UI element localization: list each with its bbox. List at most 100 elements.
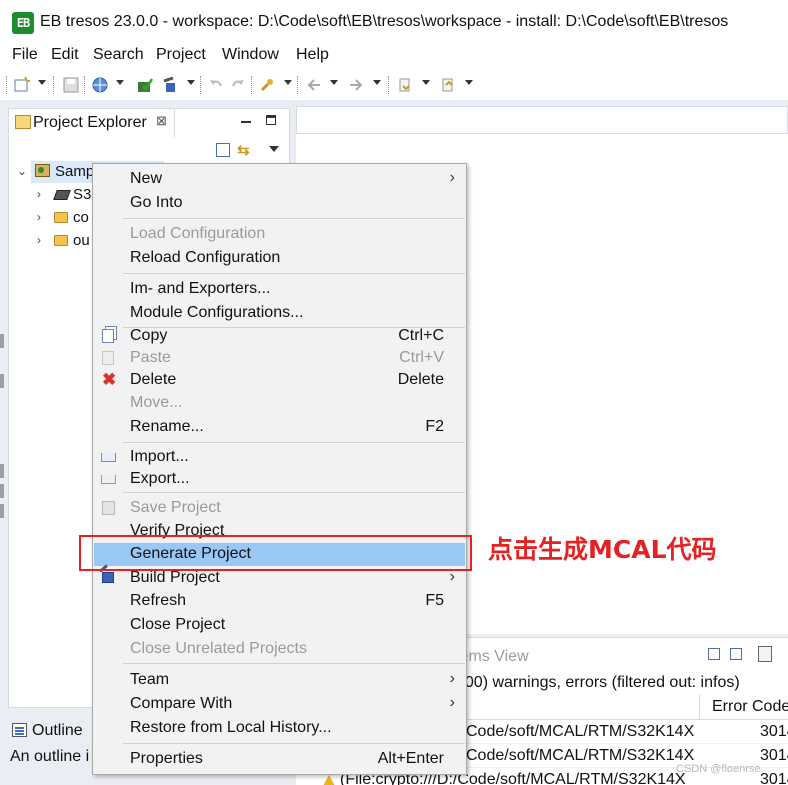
menu-item-delete[interactable]: ✖ Delete Delete	[94, 369, 465, 392]
menu-item-label: Restore from Local History...	[130, 719, 332, 736]
paste-icon	[102, 351, 114, 365]
menu-item-label: Module Configurations...	[130, 304, 304, 321]
prev-annotation-dropdown-icon[interactable]	[465, 80, 473, 85]
copy-icon	[102, 329, 114, 343]
forward-dropdown-icon[interactable]	[373, 80, 381, 85]
build-icon[interactable]	[162, 76, 180, 94]
menu-item-new[interactable]: New ›	[94, 168, 465, 191]
new-dropdown-icon[interactable]	[38, 80, 46, 85]
watermark: CSDN @floenrse	[676, 763, 761, 775]
menu-file[interactable]: File	[12, 46, 38, 64]
menu-item-save-project: Save Project	[94, 497, 465, 520]
menu-bar: File Edit Search Project Window Help	[0, 44, 788, 68]
menu-item-label: Load Configuration	[130, 225, 266, 242]
outline-tab-label: Outline	[32, 722, 83, 739]
close-icon[interactable]: ⊠	[156, 113, 167, 129]
menu-item-properties[interactable]: Properties Alt+Enter	[94, 748, 465, 771]
chip-icon	[53, 190, 71, 200]
outline-icon	[12, 723, 27, 737]
menu-item-go-into[interactable]: Go Into	[94, 192, 465, 215]
globe-dropdown-icon[interactable]	[116, 80, 124, 85]
toolbar-separator	[388, 76, 389, 94]
globe-icon[interactable]	[91, 76, 109, 94]
menu-item-reload-configuration[interactable]: Reload Configuration	[94, 247, 465, 270]
menu-item-module-configurations[interactable]: Module Configurations...	[94, 302, 465, 325]
menu-item-copy[interactable]: Copy Ctrl+C	[94, 325, 465, 348]
eb-tresos-logo-icon: EB	[12, 12, 34, 34]
next-annotation-dropdown-icon[interactable]	[422, 80, 430, 85]
chevron-right-icon: ›	[449, 694, 455, 711]
chevron-right-icon[interactable]: ›	[37, 187, 41, 201]
next-annotation-icon[interactable]	[396, 76, 414, 94]
menu-edit[interactable]: Edit	[51, 46, 79, 64]
menu-item-shortcut: F2	[425, 418, 444, 435]
menu-item-im-exporters[interactable]: Im- and Exporters...	[94, 278, 465, 301]
menu-help[interactable]: Help	[296, 46, 329, 64]
menu-project[interactable]: Project	[156, 46, 206, 64]
project-explorer-tabbar: Project Explorer ⊠	[9, 109, 289, 137]
minimize-icon[interactable]	[241, 121, 251, 123]
prev-annotation-icon[interactable]	[439, 76, 457, 94]
sash-handle	[0, 334, 4, 348]
tree-item-folder[interactable]: › co	[9, 207, 99, 229]
sash-handle	[0, 464, 4, 478]
left-sash[interactable]	[0, 330, 6, 530]
pin-icon[interactable]	[258, 76, 276, 94]
generate-icon[interactable]	[136, 76, 154, 94]
menu-item-shortcut: Ctrl+C	[398, 327, 444, 344]
menu-separator	[123, 442, 465, 443]
toolbar-separator	[251, 76, 252, 94]
toolbar-separator	[6, 76, 7, 94]
pin-dropdown-icon[interactable]	[284, 80, 292, 85]
new-icon[interactable]	[13, 76, 31, 94]
tab-project-explorer[interactable]: Project Explorer ⊠	[9, 109, 175, 137]
chevron-down-icon[interactable]: ⌄	[17, 164, 27, 178]
menu-item-team[interactable]: Team ›	[94, 669, 465, 692]
menu-item-shortcut: Alt+Enter	[377, 750, 444, 767]
menu-item-load-configuration: Load Configuration	[94, 223, 465, 246]
warning-icon	[323, 775, 335, 785]
menu-item-refresh[interactable]: Refresh F5	[94, 590, 465, 613]
menu-item-compare-with[interactable]: Compare With ›	[94, 693, 465, 716]
main-toolbar	[0, 70, 788, 100]
tree-item-chip[interactable]: › S3	[9, 184, 99, 206]
save-icon[interactable]	[62, 76, 80, 94]
menu-item-label: Rename...	[130, 418, 204, 435]
sash-handle	[0, 484, 4, 498]
collapse-all-icon[interactable]	[730, 648, 742, 660]
menu-item-close-unrelated-projects: Close Unrelated Projects	[94, 638, 465, 661]
title-bar: EB EB tresos 23.0.0 - workspace: D:\Code…	[0, 0, 788, 44]
tree-item-folder[interactable]: › ou	[9, 230, 99, 252]
build-dropdown-icon[interactable]	[187, 80, 195, 85]
expand-all-icon[interactable]	[708, 648, 720, 660]
menu-item-import[interactable]: Import...	[94, 446, 465, 469]
menu-window[interactable]: Window	[222, 46, 279, 64]
context-menu: New › Go Into Load Configuration Reload …	[92, 163, 467, 775]
undo-icon[interactable]	[207, 76, 225, 94]
menu-item-export[interactable]: Export...	[94, 468, 465, 491]
menu-search[interactable]: Search	[93, 46, 144, 64]
collapse-all-icon[interactable]	[216, 143, 230, 157]
link-with-editor-icon[interactable]: ⇆	[237, 141, 250, 159]
menu-item-paste: Paste Ctrl+V	[94, 347, 465, 370]
column-header-error-code[interactable]: Error Code	[700, 694, 788, 720]
back-icon[interactable]	[305, 76, 323, 94]
menu-separator	[123, 273, 465, 274]
folder-icon	[54, 235, 68, 246]
menu-item-label: Import...	[130, 448, 189, 465]
filter-icon[interactable]	[758, 646, 772, 662]
project-icon	[35, 164, 50, 177]
back-dropdown-icon[interactable]	[330, 80, 338, 85]
menu-separator	[123, 218, 465, 219]
menu-item-label: Refresh	[130, 592, 187, 609]
chevron-right-icon[interactable]: ›	[37, 233, 41, 247]
menu-item-restore-from-local-history[interactable]: Restore from Local History...	[94, 717, 465, 740]
redo-icon[interactable]	[229, 76, 247, 94]
view-menu-icon[interactable]	[269, 146, 279, 152]
menu-item-rename[interactable]: Rename... F2	[94, 416, 465, 439]
forward-icon[interactable]	[347, 76, 365, 94]
problem-error-code: 3014	[758, 771, 788, 785]
chevron-right-icon[interactable]: ›	[37, 210, 41, 224]
menu-item-close-project[interactable]: Close Project	[94, 614, 465, 637]
maximize-icon[interactable]	[266, 115, 276, 125]
